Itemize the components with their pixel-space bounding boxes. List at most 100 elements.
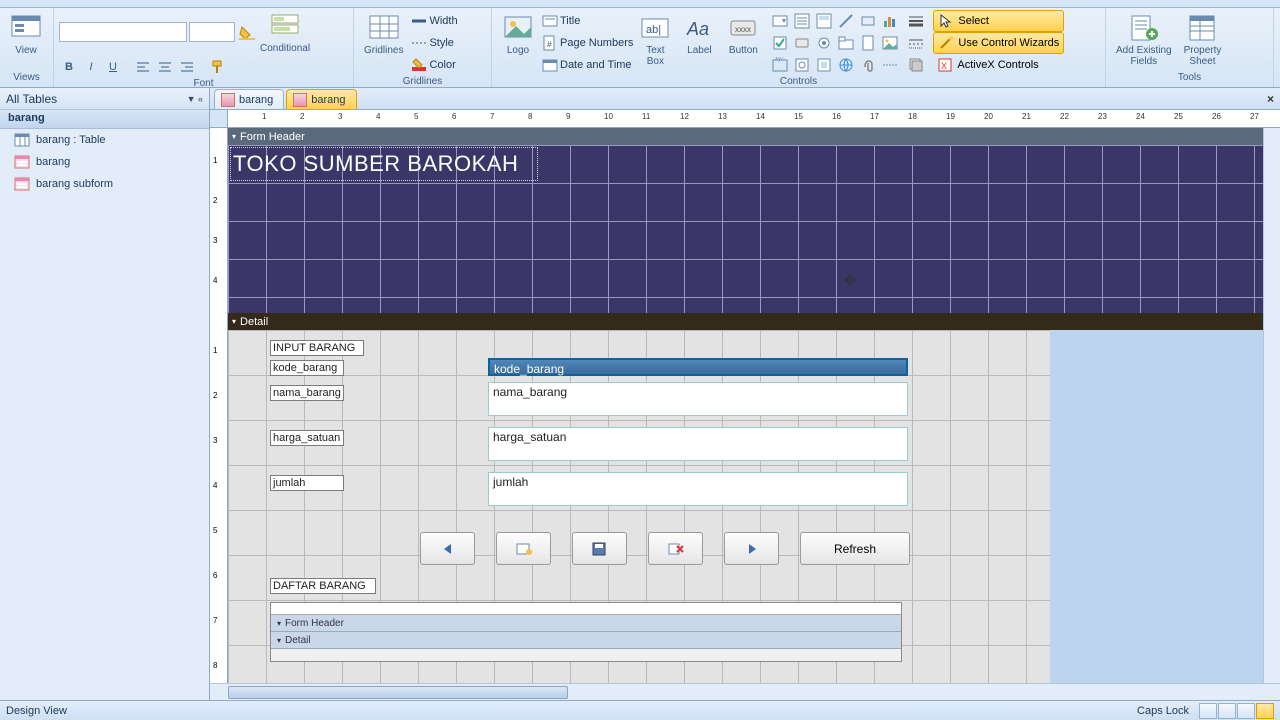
- rect-icon[interactable]: [857, 10, 879, 32]
- label-button[interactable]: Aa Label: [677, 10, 721, 58]
- date-time-button[interactable]: Date and Time: [542, 54, 633, 76]
- nav-item-label: barang subform: [36, 178, 113, 190]
- view-button[interactable]: View: [4, 10, 48, 58]
- nav-item-form[interactable]: barang: [0, 151, 209, 173]
- subform-icon[interactable]: [813, 10, 835, 32]
- prev-record-button[interactable]: [420, 532, 475, 565]
- new-record-button[interactable]: [496, 532, 551, 565]
- textbox-icon: ab|: [639, 12, 671, 44]
- button-button[interactable]: xxxx Button: [721, 10, 765, 58]
- kode-label[interactable]: kode_barang: [270, 360, 344, 376]
- attach-icon[interactable]: [857, 54, 879, 76]
- jumlah-textbox[interactable]: jumlah: [488, 472, 908, 506]
- nav-category[interactable]: barang: [0, 110, 209, 129]
- use-wizards-button[interactable]: Use Control Wizards: [933, 32, 1064, 54]
- horizontal-ruler[interactable]: 1234567891011121314151617181920212223242…: [210, 110, 1280, 128]
- tab-barang-1[interactable]: barang: [214, 89, 284, 109]
- gridlines-button[interactable]: Gridlines: [358, 10, 409, 58]
- design-view-button[interactable]: [1256, 703, 1274, 719]
- nav-header[interactable]: All Tables ▼ «: [0, 88, 209, 110]
- control-gallery[interactable]: xyz: [769, 10, 901, 76]
- underline-icon[interactable]: U: [102, 56, 124, 78]
- align-center-icon[interactable]: [154, 56, 176, 78]
- pagebreak-icon[interactable]: [879, 54, 901, 76]
- textbox-button[interactable]: ab| Text Box: [633, 10, 677, 69]
- special-effect-icon[interactable]: [905, 54, 927, 76]
- italic-icon[interactable]: I: [80, 56, 102, 78]
- next-record-button[interactable]: [724, 532, 779, 565]
- form-icon: [14, 154, 30, 170]
- delete-record-button[interactable]: [648, 532, 703, 565]
- input-heading-label[interactable]: INPUT BARANG: [270, 340, 364, 356]
- line-type-icon[interactable]: [905, 32, 927, 54]
- subform-detail-bar[interactable]: ▾Detail: [271, 632, 901, 649]
- hyperlink-icon[interactable]: [835, 54, 857, 76]
- line-icon[interactable]: [835, 10, 857, 32]
- ruler-corner[interactable]: [210, 110, 228, 128]
- page-numbers-button[interactable]: #Page Numbers: [542, 32, 633, 54]
- datasheet-view-button[interactable]: [1218, 703, 1236, 719]
- page-icon[interactable]: [857, 32, 879, 54]
- fill-bucket-icon[interactable]: [236, 21, 258, 43]
- form-title-label[interactable]: TOKO SUMBER BAROKAH: [230, 147, 538, 181]
- nama-textbox[interactable]: nama_barang: [488, 382, 908, 416]
- pointer-icon: [938, 13, 954, 29]
- close-tab-icon[interactable]: ×: [1267, 92, 1274, 106]
- detail-section-bar[interactable]: ▾ Detail: [228, 313, 1263, 330]
- list-icon[interactable]: [791, 10, 813, 32]
- select-button[interactable]: Select: [933, 10, 1064, 32]
- harga-textbox[interactable]: harga_satuan: [488, 427, 908, 461]
- form-header-section[interactable]: TOKO SUMBER BAROKAH ✥: [228, 145, 1263, 313]
- save-record-button[interactable]: [572, 532, 627, 565]
- form-header-section-bar[interactable]: ▾ Form Header: [228, 128, 1263, 145]
- logo-button[interactable]: Logo: [496, 10, 540, 58]
- refresh-button[interactable]: Refresh: [800, 532, 910, 565]
- line-thickness-icon[interactable]: [905, 10, 927, 32]
- bold-icon[interactable]: B: [58, 56, 80, 78]
- form-view-button[interactable]: [1199, 703, 1217, 719]
- unbound-icon[interactable]: [791, 54, 813, 76]
- svg-text:#: #: [547, 40, 552, 49]
- image-icon[interactable]: [879, 32, 901, 54]
- title-button[interactable]: Title: [542, 10, 633, 32]
- checkbox-icon[interactable]: [769, 32, 791, 54]
- layout-view-button[interactable]: [1237, 703, 1255, 719]
- chart-icon[interactable]: [879, 10, 901, 32]
- form-design-canvas[interactable]: ▾ Form Header TOKO SUMBER BAROKAH ✥ ▾ De…: [228, 128, 1263, 683]
- toggle-icon[interactable]: [791, 32, 813, 54]
- subform-detail-label: Detail: [285, 635, 311, 646]
- scroll-thumb[interactable]: [228, 686, 568, 699]
- subform-control[interactable]: ▾Form Header ▾Detail: [270, 602, 902, 662]
- daftar-heading-label[interactable]: DAFTAR BARANG: [270, 578, 376, 594]
- combo-icon[interactable]: [769, 10, 791, 32]
- subform-header-bar[interactable]: ▾Form Header: [271, 615, 901, 632]
- align-left-icon[interactable]: [132, 56, 154, 78]
- detail-section[interactable]: INPUT BARANG kode_barang kode_barang nam…: [228, 330, 1263, 683]
- format-painter-icon[interactable]: [206, 56, 228, 78]
- align-right-icon[interactable]: [176, 56, 198, 78]
- view-icon: [10, 12, 42, 44]
- tab-icon[interactable]: [835, 32, 857, 54]
- style-button[interactable]: Style: [411, 32, 457, 54]
- nama-label[interactable]: nama_barang: [270, 385, 344, 401]
- tab-barang-2[interactable]: barang: [286, 89, 356, 109]
- horizontal-scrollbar[interactable]: [210, 683, 1280, 700]
- frame-icon[interactable]: xyz: [769, 54, 791, 76]
- color-button[interactable]: Color: [411, 54, 457, 76]
- kode-textbox[interactable]: kode_barang: [488, 358, 908, 376]
- bound-icon[interactable]: [813, 54, 835, 76]
- vertical-scrollbar[interactable]: [1263, 128, 1280, 683]
- font-size-dropdown[interactable]: [189, 22, 235, 42]
- harga-label[interactable]: harga_satuan: [270, 430, 344, 446]
- font-name-dropdown[interactable]: [59, 22, 187, 42]
- conditional-button[interactable]: Conditional: [258, 10, 312, 54]
- add-fields-button[interactable]: Add Existing Fields: [1110, 10, 1178, 69]
- jumlah-label[interactable]: jumlah: [270, 475, 344, 491]
- activex-button[interactable]: X ActiveX Controls: [933, 54, 1064, 76]
- option-icon[interactable]: [813, 32, 835, 54]
- property-sheet-button[interactable]: Property Sheet: [1178, 10, 1228, 69]
- nav-item-table[interactable]: barang : Table: [0, 129, 209, 151]
- nav-item-subform[interactable]: barang subform: [0, 173, 209, 195]
- vertical-ruler[interactable]: 123412345678: [210, 128, 228, 683]
- width-button[interactable]: Width: [411, 10, 457, 32]
